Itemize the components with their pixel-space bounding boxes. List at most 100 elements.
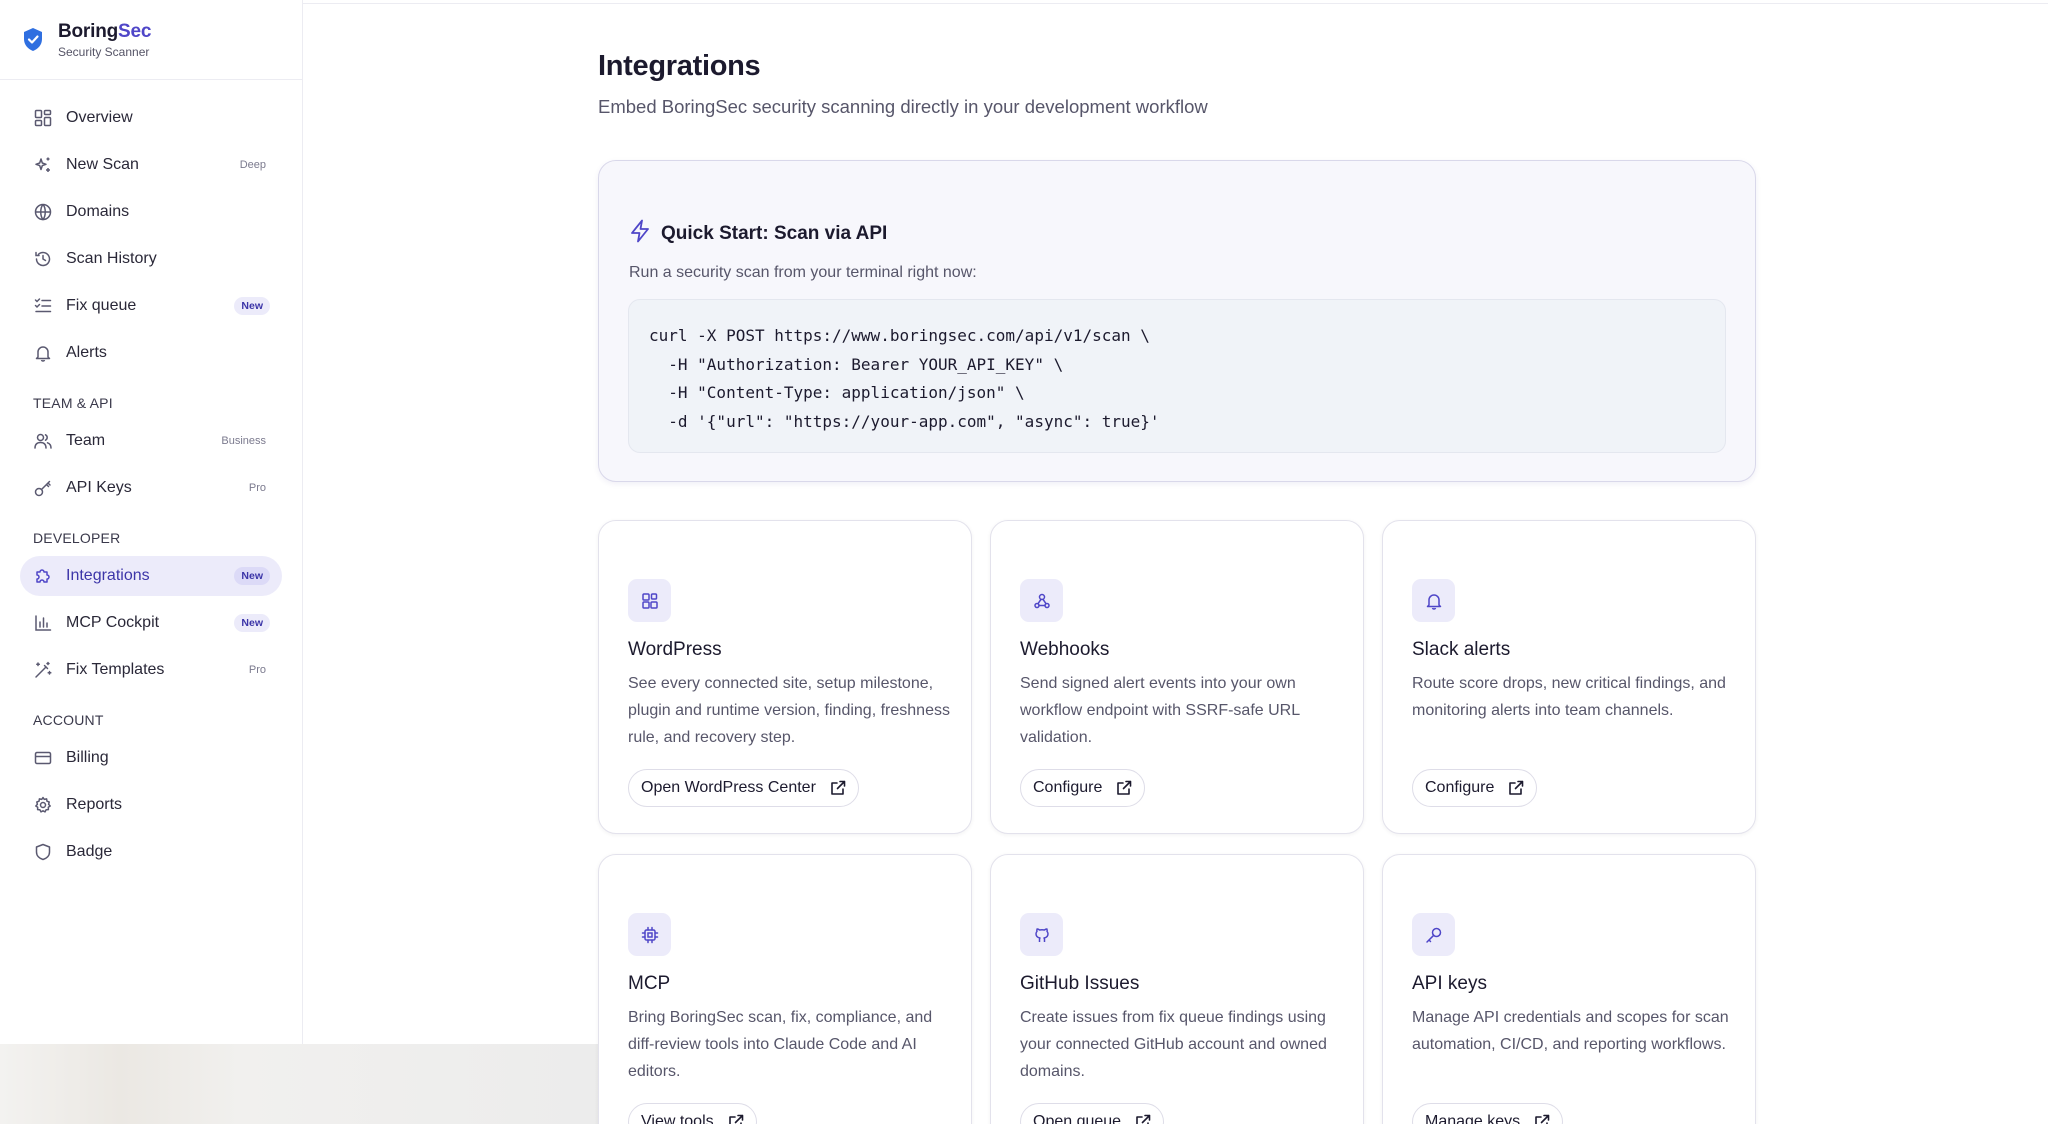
dashboard-icon (33, 108, 53, 128)
quickstart-header: Quick Start: Scan via API (629, 219, 887, 248)
sidebar-item-integrations[interactable]: Integrations New (20, 556, 282, 596)
manage-keys-button[interactable]: Manage keys (1412, 1103, 1564, 1124)
integration-card-wordpress: WordPress See every connected site, setu… (598, 520, 972, 834)
obscured-region (0, 1044, 600, 1124)
button-label: Configure (1033, 779, 1103, 796)
bar-chart-icon (33, 613, 53, 633)
history-icon (33, 249, 53, 269)
card-description: Send signed alert events into your own w… (1020, 675, 1300, 746)
sidebar-item-label: Fix Templates (66, 661, 165, 678)
sidebar-item-scan-history[interactable]: Scan History (20, 239, 282, 279)
external-link-icon (830, 780, 846, 796)
card-description: Create issues from fix queue findings us… (1020, 1009, 1327, 1080)
sidebar-item-fix-templates[interactable]: Fix Templates Pro (20, 650, 282, 690)
integration-card-api-keys: API keys Manage API credentials and scop… (1382, 854, 1756, 1124)
card-description: Manage API credentials and scopes for sc… (1412, 1009, 1729, 1053)
plan-badge: Business (221, 435, 266, 447)
external-link-icon (728, 1114, 744, 1124)
open-wordpress-center-button[interactable]: Open WordPress Center (628, 769, 859, 807)
wand-icon (33, 660, 53, 680)
plan-badge: Pro (248, 482, 266, 494)
sidebar-item-overview[interactable]: Overview (20, 98, 282, 138)
external-link-icon (1534, 1114, 1550, 1124)
brand-subtitle: Security Scanner (58, 44, 150, 59)
button-label: View tools (641, 1113, 714, 1124)
section-heading-account: ACCOUNT (33, 712, 104, 728)
gear-icon (33, 795, 53, 815)
lightning-icon (629, 219, 651, 248)
card-description: Bring BoringSec scan, fix, compliance, a… (628, 1009, 933, 1080)
section-heading-team-api: TEAM & API (33, 395, 113, 411)
card-title: WordPress (628, 639, 722, 660)
button-label: Manage keys (1425, 1113, 1521, 1124)
sidebar-item-domains[interactable]: Domains (20, 192, 282, 232)
sidebar-item-billing[interactable]: Billing (20, 738, 282, 778)
users-icon (33, 431, 53, 451)
sidebar-item-badge[interactable]: Badge (20, 832, 282, 872)
sidebar-item-fix-queue[interactable]: Fix queue New (20, 286, 282, 326)
sidebar-item-label: API Keys (66, 479, 132, 496)
sidebar-item-new-scan[interactable]: New Scan Deep (20, 145, 282, 185)
quickstart-title: Quick Start: Scan via API (661, 222, 888, 244)
new-badge: New (234, 614, 270, 632)
new-badge: New (234, 297, 270, 315)
sparkles-icon (33, 155, 53, 175)
brand[interactable]: BoringSec Security Scanner (0, 0, 302, 80)
sidebar-item-alerts[interactable]: Alerts (20, 333, 282, 373)
code-snippet[interactable]: curl -X POST https://www.boringsec.com/a… (628, 299, 1726, 453)
sidebar-item-label: Domains (66, 203, 130, 220)
wordpress-grid-icon (628, 579, 671, 622)
external-link-icon (1508, 780, 1524, 796)
configure-webhooks-button[interactable]: Configure (1020, 769, 1146, 807)
integration-card-webhooks: Webhooks Send signed alert events into y… (990, 520, 1364, 834)
card-description: Route score drops, new critical findings… (1412, 675, 1726, 719)
github-icon (1020, 913, 1063, 956)
sidebar-item-team[interactable]: Team Business (20, 421, 282, 461)
section-heading-developer: DEVELOPER (33, 530, 121, 546)
open-queue-button[interactable]: Open queue (1020, 1103, 1165, 1124)
sidebar-item-mcp-cockpit[interactable]: MCP Cockpit New (20, 603, 282, 643)
quickstart-panel: Quick Start: Scan via API Run a security… (598, 160, 1756, 482)
sidebar-item-label: Overview (66, 109, 133, 126)
button-label: Configure (1425, 779, 1495, 796)
sidebar-item-api-keys[interactable]: API Keys Pro (20, 468, 282, 508)
view-tools-button[interactable]: View tools (628, 1103, 757, 1124)
card-title: MCP (628, 973, 671, 994)
sidebar-item-label: Fix queue (66, 297, 137, 314)
configure-slack-button[interactable]: Configure (1412, 769, 1538, 807)
page-subtitle: Embed BoringSec security scanning direct… (598, 96, 1208, 117)
card-title: Webhooks (1020, 639, 1110, 660)
card-title: API keys (1412, 973, 1487, 994)
sidebar-nav: Overview New Scan Deep Domains Scan Hist… (0, 80, 302, 872)
sidebar-item-label: Scan History (66, 250, 157, 267)
key-icon (1412, 913, 1455, 956)
sidebar-item-label: Reports (66, 796, 123, 813)
webhook-icon (1020, 579, 1063, 622)
bell-icon (1412, 579, 1455, 622)
puzzle-icon (33, 566, 53, 586)
sidebar-item-label: Alerts (66, 344, 107, 361)
shield-icon (33, 842, 53, 862)
integration-card-slack-alerts: Slack alerts Route score drops, new crit… (1382, 520, 1756, 834)
sidebar-item-label: Badge (66, 843, 113, 860)
card-title: Slack alerts (1412, 639, 1511, 660)
globe-icon (33, 202, 53, 222)
sidebar: BoringSec Security Scanner Overview New … (0, 0, 303, 1044)
sidebar-item-label: New Scan (66, 156, 139, 173)
button-label: Open queue (1033, 1113, 1122, 1124)
card-description: See every connected site, setup mileston… (628, 675, 950, 746)
card-title: GitHub Issues (1020, 973, 1140, 994)
sidebar-item-label: Team (66, 432, 106, 449)
top-border (0, 0, 2048, 4)
shield-logo-icon (20, 27, 46, 53)
key-icon (33, 478, 53, 498)
sidebar-item-reports[interactable]: Reports (20, 785, 282, 825)
button-label: Open WordPress Center (641, 779, 816, 796)
chip-icon (628, 913, 671, 956)
integration-card-github-issues: GitHub Issues Create issues from fix que… (990, 854, 1364, 1124)
plan-badge: Deep (239, 159, 266, 171)
credit-card-icon (33, 748, 53, 768)
new-badge: New (234, 567, 270, 585)
page-title: Integrations (598, 50, 761, 82)
brand-name: BoringSec (58, 20, 152, 42)
